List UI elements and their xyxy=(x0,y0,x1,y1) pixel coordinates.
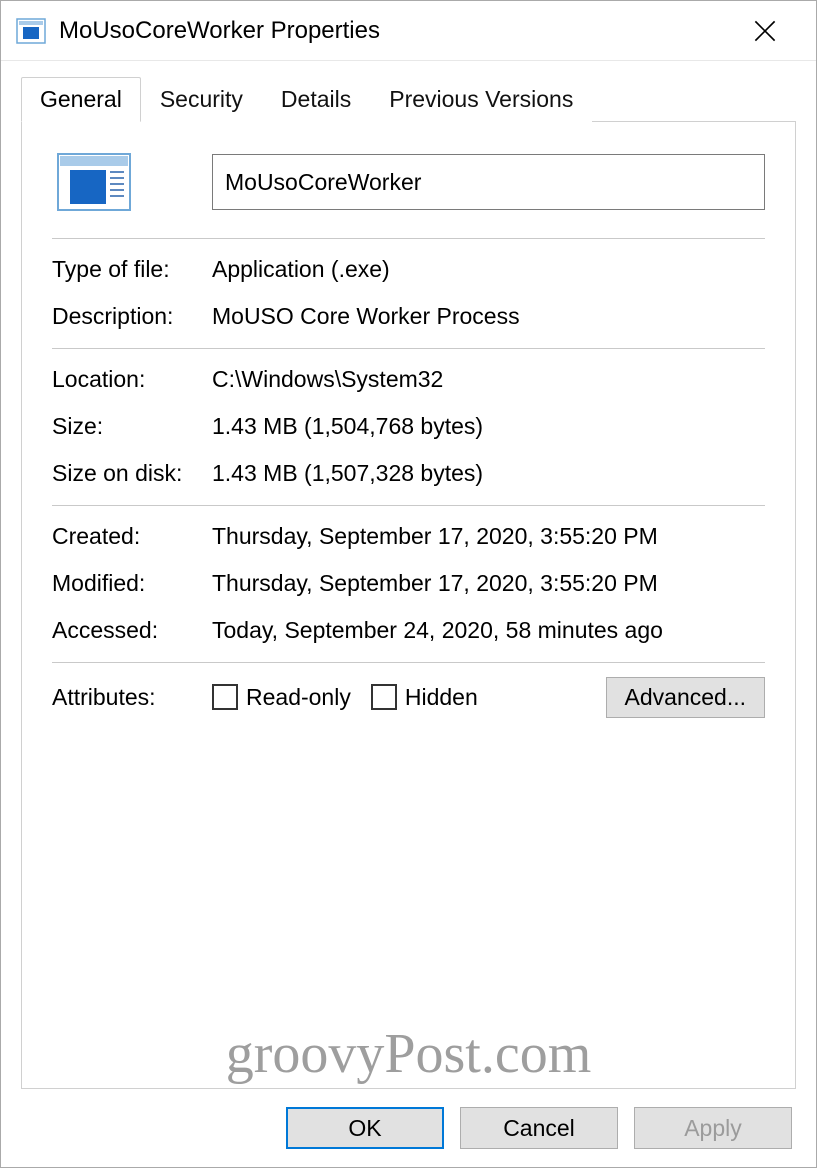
label-size: Size: xyxy=(52,410,212,443)
cancel-button[interactable]: Cancel xyxy=(460,1107,618,1149)
label-attributes: Attributes: xyxy=(52,684,212,711)
close-button[interactable] xyxy=(754,20,802,42)
client-area: General Security Details Previous Versio… xyxy=(1,61,816,1089)
label-created: Created: xyxy=(52,520,212,553)
label-accessed: Accessed: xyxy=(52,614,212,647)
divider xyxy=(52,348,765,349)
label-read-only: Read-only xyxy=(246,684,351,711)
label-location: Location: xyxy=(52,363,212,396)
app-icon xyxy=(15,15,47,47)
tab-previous-versions[interactable]: Previous Versions xyxy=(370,77,592,122)
advanced-button[interactable]: Advanced... xyxy=(606,677,765,718)
apply-button[interactable]: Apply xyxy=(634,1107,792,1149)
value-location: C:\Windows\System32 xyxy=(212,363,765,396)
checkbox-hidden[interactable] xyxy=(371,684,397,710)
value-size: 1.43 MB (1,504,768 bytes) xyxy=(212,410,765,443)
divider xyxy=(52,505,765,506)
label-hidden: Hidden xyxy=(405,684,478,711)
dialog-buttons: OK Cancel Apply xyxy=(1,1089,816,1167)
label-size-on-disk: Size on disk: xyxy=(52,457,212,490)
window-title: MoUsoCoreWorker Properties xyxy=(59,17,754,45)
value-size-on-disk: 1.43 MB (1,507,328 bytes) xyxy=(212,457,765,490)
checkbox-read-only[interactable] xyxy=(212,684,238,710)
tab-details[interactable]: Details xyxy=(262,77,370,122)
value-description: MoUSO Core Worker Process xyxy=(212,300,765,333)
value-accessed: Today, September 24, 2020, 58 minutes ag… xyxy=(212,614,765,647)
label-description: Description: xyxy=(52,300,212,333)
ok-button[interactable]: OK xyxy=(286,1107,444,1149)
divider xyxy=(52,662,765,663)
properties-window: MoUsoCoreWorker Properties General Secur… xyxy=(0,0,817,1168)
tab-security[interactable]: Security xyxy=(141,77,262,122)
tab-general[interactable]: General xyxy=(21,77,141,122)
divider xyxy=(52,238,765,239)
value-modified: Thursday, September 17, 2020, 3:55:20 PM xyxy=(212,567,765,600)
file-type-icon xyxy=(52,150,136,214)
label-type-of-file: Type of file: xyxy=(52,253,212,286)
tab-strip: General Security Details Previous Versio… xyxy=(21,77,796,121)
file-name-input[interactable] xyxy=(212,154,765,210)
value-created: Thursday, September 17, 2020, 3:55:20 PM xyxy=(212,520,765,553)
value-type-of-file: Application (.exe) xyxy=(212,253,765,286)
label-modified: Modified: xyxy=(52,567,212,600)
titlebar: MoUsoCoreWorker Properties xyxy=(1,1,816,61)
tab-panel-general: Type of file: Application (.exe) Descrip… xyxy=(21,121,796,1089)
watermark: groovyPost.com xyxy=(22,1022,795,1086)
